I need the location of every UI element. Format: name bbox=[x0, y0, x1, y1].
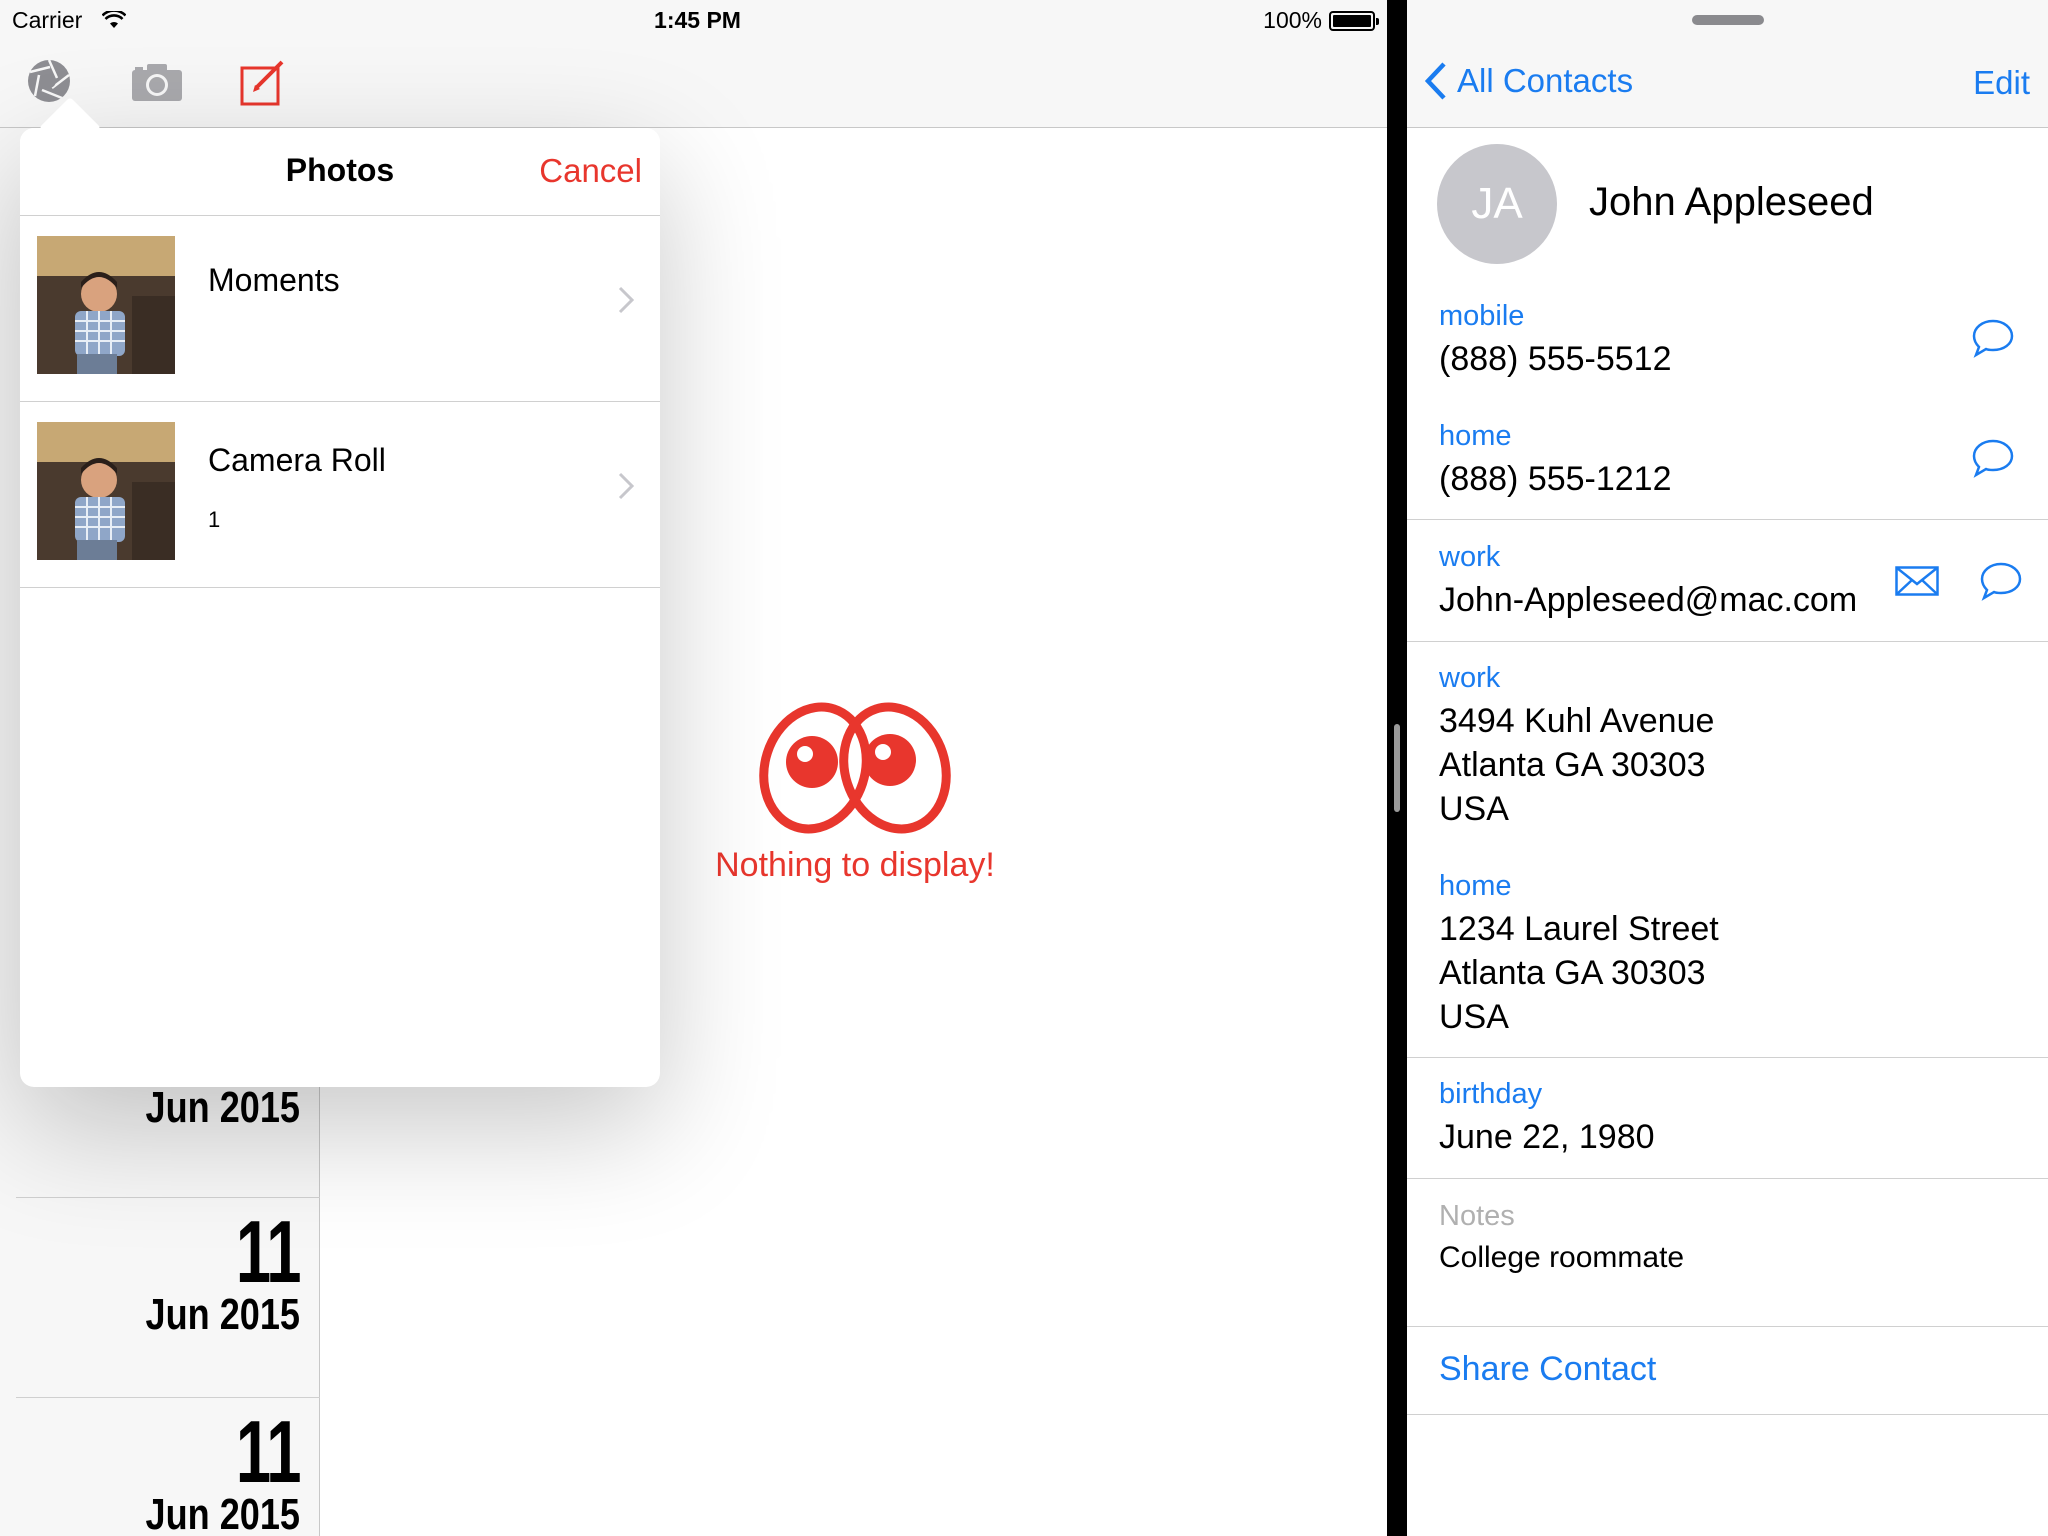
split-view-handle[interactable] bbox=[1394, 724, 1400, 812]
address-line: USA bbox=[1439, 998, 1509, 1036]
separator bbox=[1407, 1057, 2048, 1058]
address-line: Atlanta GA 30303 bbox=[1439, 746, 1706, 784]
album-row-moments[interactable]: Moments bbox=[20, 216, 660, 402]
separator bbox=[1407, 1414, 2048, 1415]
address-field-home[interactable]: home 1234 Laurel Street Atlanta GA 30303… bbox=[1439, 870, 1719, 1039]
compose-icon[interactable] bbox=[240, 58, 288, 111]
phone-field-mobile[interactable]: mobile (888) 555-5512 bbox=[1439, 300, 1672, 381]
address-line: Atlanta GA 30303 bbox=[1439, 954, 1706, 992]
date-month-year: Jun 2015 bbox=[145, 1083, 300, 1132]
separator bbox=[1407, 641, 2048, 642]
contact-app: All Contacts Edit JA John Appleseed mobi… bbox=[1407, 0, 2048, 1536]
address-line: 1234 Laurel Street bbox=[1439, 910, 1719, 948]
notes-label: Notes bbox=[1439, 1200, 1515, 1232]
field-label: home bbox=[1439, 870, 1512, 902]
address-field-work[interactable]: work 3494 Kuhl Avenue Atlanta GA 30303 U… bbox=[1439, 662, 1714, 831]
album-row-camera-roll[interactable]: Camera Roll 1 bbox=[20, 402, 660, 588]
all-contacts-back-button[interactable]: All Contacts bbox=[1425, 62, 1633, 100]
slide-over-grabber[interactable] bbox=[1692, 15, 1764, 25]
back-label: All Contacts bbox=[1457, 62, 1634, 99]
field-label: work bbox=[1439, 662, 1501, 694]
field-label: home bbox=[1439, 420, 1512, 452]
address-line: USA bbox=[1439, 790, 1509, 828]
chevron-right-icon bbox=[618, 286, 635, 319]
field-value: (888) 555-5512 bbox=[1439, 340, 1672, 378]
field-value: June 22, 1980 bbox=[1439, 1118, 1655, 1156]
album-count: 1 bbox=[208, 507, 221, 532]
avatar: JA bbox=[1437, 144, 1557, 264]
battery-percent: 100% bbox=[1263, 7, 1322, 33]
message-icon[interactable] bbox=[1971, 438, 2015, 483]
clock: 1:45 PM bbox=[654, 7, 741, 33]
notes-field[interactable]: Notes College roommate bbox=[1439, 1200, 1684, 1275]
date-day: 11 bbox=[235, 1202, 302, 1301]
album-thumbnail bbox=[37, 236, 175, 374]
date-cell[interactable]: 11 Jun 2015 bbox=[16, 1397, 320, 1536]
field-label: birthday bbox=[1439, 1078, 1543, 1110]
phone-field-home[interactable]: home (888) 555-1212 bbox=[1439, 420, 1672, 501]
birthday-field[interactable]: birthday June 22, 1980 bbox=[1439, 1078, 1655, 1159]
field-label: work bbox=[1439, 541, 1501, 573]
album-thumbnail bbox=[37, 422, 175, 560]
chevron-left-icon bbox=[1425, 62, 1446, 100]
eyes-icon bbox=[700, 700, 1010, 840]
contact-nav-bar: All Contacts Edit bbox=[1407, 0, 2048, 128]
date-cell[interactable]: 11 Jun 2015 bbox=[16, 1197, 320, 1397]
popover-header: Photos Cancel bbox=[20, 128, 660, 216]
message-icon[interactable] bbox=[1979, 561, 2023, 606]
separator bbox=[1407, 1178, 2048, 1179]
date-day: 11 bbox=[235, 1402, 302, 1501]
camera-icon[interactable] bbox=[131, 62, 183, 107]
email-field[interactable]: work John-Appleseed@mac.com bbox=[1439, 541, 1857, 622]
field-value: John-Appleseed@mac.com bbox=[1439, 581, 1858, 619]
share-contact-button[interactable]: Share Contact bbox=[1439, 1350, 1656, 1389]
cancel-button[interactable]: Cancel bbox=[539, 152, 642, 190]
status-bar: Carrier 1:45 PM 100% bbox=[0, 0, 1387, 40]
field-label: mobile bbox=[1439, 300, 1525, 332]
empty-state: Nothing to display! bbox=[700, 700, 1010, 885]
mail-icon[interactable] bbox=[1895, 566, 1939, 601]
separator bbox=[1407, 519, 2048, 520]
field-value: (888) 555-1212 bbox=[1439, 460, 1672, 498]
notes-value: College roommate bbox=[1439, 1241, 1685, 1274]
battery-icon bbox=[1329, 11, 1379, 31]
album-name: Moments bbox=[208, 262, 340, 298]
contact-name: John Appleseed bbox=[1589, 180, 1874, 224]
message-icon[interactable] bbox=[1971, 318, 2015, 363]
album-name: Camera Roll bbox=[208, 442, 386, 478]
main-app: Jun 2015 11 Jun 2015 11 Jun 2015 Carrier… bbox=[0, 0, 1387, 1536]
edit-button[interactable]: Edit bbox=[1973, 64, 2030, 102]
photos-popover: Photos Cancel Moments Camera Roll 1 bbox=[20, 96, 660, 1087]
address-line: 3494 Kuhl Avenue bbox=[1439, 702, 1715, 740]
separator bbox=[1407, 1326, 2048, 1327]
date-month-year: Jun 2015 bbox=[145, 1290, 300, 1339]
date-month-year: Jun 2015 bbox=[145, 1490, 300, 1536]
chevron-right-icon bbox=[618, 472, 635, 505]
empty-message: Nothing to display! bbox=[715, 846, 995, 884]
